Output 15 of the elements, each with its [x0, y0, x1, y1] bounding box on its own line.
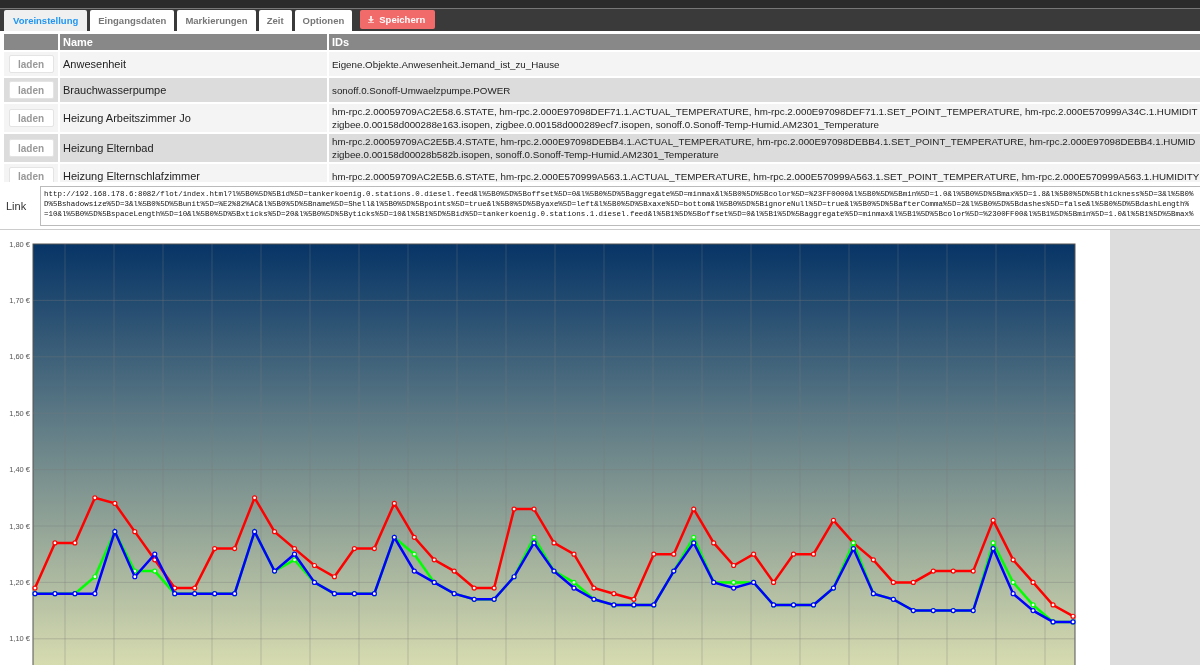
preset-name: Brauchwasserpumpe	[63, 84, 168, 96]
id-list-line: zigbee.0.00158d000288e163.isopen, zigbee.0.00158d000289ecf7.isopen, sonoff.0.Sonoff-Temp-Humid.AM2301_Temperature	[332, 118, 879, 131]
id-list-line: sonoff.0.Sonoff-Umwaelzpumpe.POWER	[332, 83, 511, 97]
column-header: IDs	[329, 34, 1200, 50]
preset-name: Heizung Arbeitszimmer Jo	[63, 112, 192, 124]
id-list-line: Eigene.Objekte.Anwesenheit.Jemand_ist_zu_Hause	[332, 57, 560, 71]
id-list-line: hm-rpc.2.00059709AC2E5B.6.STATE, hm-rpc.2.000E570999A563.1.ACTUAL_TEMPERATURE, hm-rpc.2.000E570999A563.1.SET_POINT_TEMPERATURE, hm-rpc.2.000E570999A563.1.HUMIDITY	[332, 169, 1200, 182]
preset-name: Anwesenheit	[63, 58, 127, 70]
id-list-line: hm-rpc.2.00059709AC2E5B.4.STATE, hm-rpc.2.000E97098DEBB4.1.ACTUAL_TEMPERATURE, hm-rpc.2.000E97098DEBB4.1.SET_POINT_TEMPERATURE, hm-rpc.2.000E97098DEBB4.1.HUMID	[332, 135, 1196, 148]
link-label: Link	[5, 199, 28, 212]
preset-name: Heizung Elternbad	[63, 142, 155, 154]
id-list-line: hm-rpc.2.00059709AC2E58.6.STATE, hm-rpc.2.000E97098DEF71.1.ACTUAL_TEMPERATURE, hm-rpc.2.000E97098DEF71.1.SET_POINT_TEMPERATURE, hm-rpc.2.000E570999A34C.1.HUMIDIT	[332, 105, 1198, 118]
id-list-line: zigbee.0.00158d00028b582b.isopen, sonoff.0.Sonoff-Temp-Humid.AM2301_Temperature	[332, 148, 719, 161]
preset-name: Heizung Elternschlafzimmer	[63, 170, 201, 182]
column-header: Name	[60, 34, 327, 50]
